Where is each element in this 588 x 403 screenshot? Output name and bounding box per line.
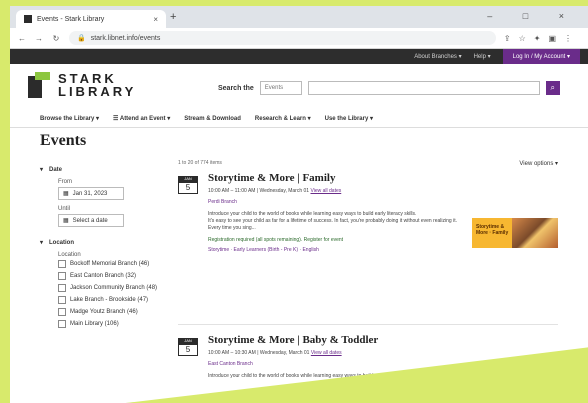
event-description: Introduce your child to the world of boo… [208, 211, 457, 231]
event-description: Introduce your child to the world of boo… [208, 373, 386, 379]
event-tags[interactable]: Storytime · Early Learners (Birth - Pre … [208, 247, 470, 253]
nav-use-library[interactable]: Use the Library ▾ [325, 115, 373, 122]
date-badge: JAN 5 [178, 338, 198, 356]
utility-bar: About Branches ▾ Help ▾ Log In / My Acco… [10, 49, 588, 64]
lock-icon: 🔒 [77, 35, 86, 42]
thumbnail-image [512, 218, 558, 248]
location-option[interactable]: Madge Youtz Branch (46) [58, 308, 170, 316]
location-facet-heading[interactable]: ▾ Location [40, 239, 170, 246]
event-title[interactable]: Storytime & More | Baby & Toddler [208, 334, 470, 346]
logo-mark-icon [28, 72, 50, 98]
new-tab-button[interactable]: + [170, 11, 176, 23]
results-count: 1 to 20 of 774 items [178, 160, 222, 166]
event-branch[interactable]: Perdi Branch [208, 199, 470, 205]
window-controls[interactable]: – □ × [487, 11, 578, 21]
extension-icons[interactable]: ⇪☆✦▣⋮ [504, 34, 580, 43]
search-button[interactable]: ⌕ [545, 81, 560, 95]
logo-text: STARK LIBRARY [58, 71, 137, 99]
until-date-button[interactable]: ▦ Select a date [58, 214, 124, 227]
location-option[interactable]: Main Library (106) [58, 320, 170, 328]
login-button[interactable]: Log In / My Account ▾ [502, 49, 580, 64]
browser-window: Events - Stark Library × + – □ × ← → ↻ 🔒… [10, 6, 588, 403]
site-header: STARK LIBRARY Search the Events ⌕ [10, 64, 588, 110]
checkbox-icon[interactable] [58, 320, 66, 328]
date-facet-heading[interactable]: ▾ Date [40, 166, 170, 173]
search-scope-select[interactable]: Events [259, 81, 302, 95]
search-input[interactable] [307, 81, 540, 95]
event-title[interactable]: Storytime & More | Family [208, 172, 470, 184]
browser-tab[interactable]: Events - Stark Library × [16, 10, 166, 28]
location-option[interactable]: Lake Branch - Brookside (47) [58, 296, 170, 304]
search-label: Search the [218, 84, 254, 92]
page-title: Events [40, 132, 87, 149]
tab-bar: Events - Stark Library × + – □ × [10, 6, 588, 28]
from-label: From [58, 179, 72, 185]
url-field[interactable]: 🔒 stark.libnet.info/events [69, 31, 496, 45]
back-icon[interactable]: ← [17, 34, 27, 43]
chevron-down-icon: ▾ [40, 167, 44, 173]
nav-stream[interactable]: Stream & Download [184, 116, 241, 122]
event-body: Storytime & More | Family 10:00 AM – 11:… [208, 172, 470, 253]
thumbnail-image [512, 372, 558, 402]
event-thumbnail[interactable]: Storytime & More · Baby [472, 372, 558, 402]
registration-status[interactable]: Registration required (all spots remaini… [208, 237, 470, 243]
main-nav: Browse the Library ▾ ☰ Attend an Event ▾… [10, 110, 588, 128]
nav-attend-event[interactable]: ☰ Attend an Event ▾ [113, 115, 170, 122]
until-label: Until [58, 206, 71, 212]
location-option[interactable]: Jackson Community Branch (48) [58, 284, 170, 292]
thumbnail-text: Storytime & More · Family [476, 224, 509, 236]
tab-title: Events - Stark Library [37, 15, 105, 23]
date-badge: JAN 5 [178, 176, 198, 194]
checkbox-icon[interactable] [58, 308, 66, 316]
nav-research[interactable]: Research & Learn ▾ [255, 115, 311, 122]
calendar-icon: ▦ [63, 191, 69, 197]
divider [178, 324, 558, 325]
checkbox-icon[interactable] [58, 296, 66, 304]
location-option[interactable]: East Canton Branch (32) [58, 272, 170, 280]
location-option[interactable]: Bockoff Memorial Branch (46) [58, 260, 170, 268]
view-dates-link[interactable]: View all dates [310, 188, 341, 194]
event-body: Storytime & More | Baby & Toddler 10:00 … [208, 334, 470, 385]
calendar-icon: ▦ [63, 218, 69, 224]
checkbox-icon[interactable] [58, 260, 66, 268]
address-bar: ← → ↻ 🔒 stark.libnet.info/events ⇪☆✦▣⋮ [10, 28, 588, 49]
stark-library-logo[interactable]: STARK LIBRARY [28, 72, 136, 98]
favicon-icon [24, 15, 32, 23]
event-time: 10:00 AM – 11:00 AM | Wednesday, March 0… [208, 188, 342, 194]
site-search: Search the Events ⌕ [218, 81, 560, 95]
help-link[interactable]: Help ▾ [474, 53, 491, 60]
main-content: Events ▾ Date From ▦ Jan 31, 2023 Until ▦ S… [10, 128, 588, 403]
checkbox-icon[interactable] [58, 284, 66, 292]
view-dates-link[interactable]: View all dates [311, 350, 342, 356]
chevron-down-icon: ▾ [40, 240, 44, 246]
reload-icon[interactable]: ↻ [51, 34, 61, 43]
view-options-button[interactable]: View options ▾ [519, 160, 558, 167]
from-date-button[interactable]: ▦ Jan 31, 2023 [58, 187, 124, 200]
url-text: stark.libnet.info/events [90, 34, 161, 42]
forward-icon[interactable]: → [34, 34, 44, 43]
close-tab-icon[interactable]: × [153, 15, 158, 24]
filter-sidebar: ▾ Date From ▦ Jan 31, 2023 Until ▦ Select a… [40, 160, 170, 332]
event-time: 10:00 AM – 10:30 AM | Wednesday, March 0… [208, 350, 342, 356]
event-branch[interactable]: East Canton Branch [208, 361, 470, 367]
thumbnail-text: Storytime & More · Baby [476, 378, 505, 390]
nav-browse[interactable]: Browse the Library ▾ [40, 115, 99, 122]
location-subheading: Location [58, 252, 81, 258]
event-thumbnail[interactable]: Storytime & More · Family [472, 218, 558, 248]
about-branches-link[interactable]: About Branches ▾ [414, 53, 461, 60]
checkbox-icon[interactable] [58, 272, 66, 280]
